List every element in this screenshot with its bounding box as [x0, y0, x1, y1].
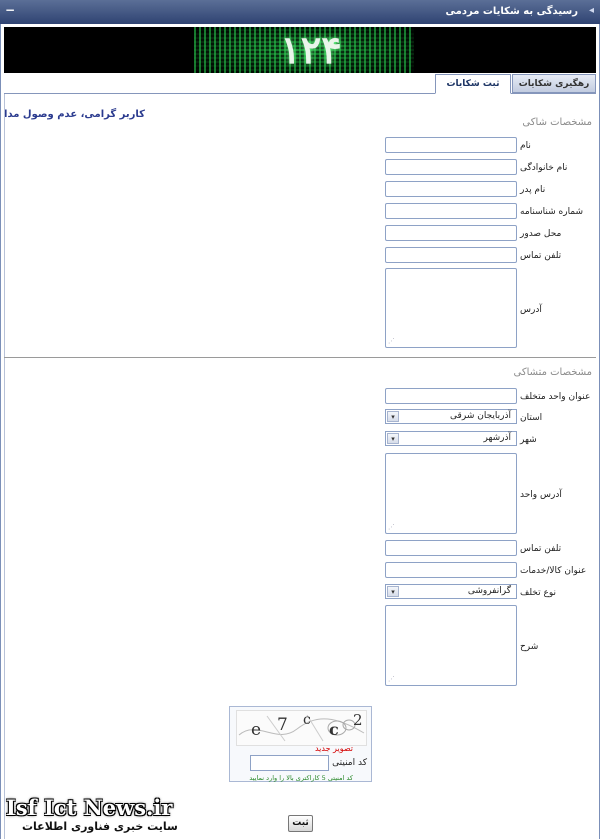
- province-select[interactable]: آذربایجان شرقی ▾: [385, 409, 517, 424]
- description-textarea[interactable]: ⋰: [385, 605, 517, 686]
- chevron-down-icon[interactable]: ▾: [387, 411, 399, 422]
- tab-tracking[interactable]: رهگیری شکایات: [512, 74, 596, 93]
- name-input[interactable]: [385, 137, 517, 153]
- unit-address-textarea[interactable]: ⋰: [385, 453, 517, 534]
- captcha-char: e: [251, 720, 262, 740]
- chevron-down-icon[interactable]: ▾: [387, 586, 399, 597]
- panel-border: [4, 94, 5, 839]
- captcha-char: c: [303, 712, 311, 728]
- name-label: نام: [520, 141, 531, 151]
- id-number-input[interactable]: [385, 203, 517, 219]
- watermark-brand: Isf Ict News.ir: [6, 795, 173, 820]
- header-banner: ۱۲۴: [4, 27, 596, 73]
- goods-title-input[interactable]: [385, 562, 517, 578]
- family-input[interactable]: [385, 159, 517, 175]
- unit-address-label: آدرس واحد: [520, 490, 562, 500]
- banner-number: ۱۲۴: [280, 27, 342, 72]
- window-title: رسیدگی به شکایات مردمی: [445, 6, 578, 17]
- complainant-phone-label: تلفن تماس: [520, 251, 562, 261]
- captcha-image: e 7 c c 2: [236, 710, 367, 746]
- father-input[interactable]: [385, 181, 517, 197]
- complainant-phone-input[interactable]: [385, 247, 517, 263]
- submit-button[interactable]: ثبت: [288, 815, 313, 832]
- notice-text: کاربر گرامی، عدم وصول مدارک ا: [5, 109, 145, 120]
- resize-grip-icon[interactable]: ⋰: [388, 523, 395, 531]
- watermark-subtitle: سایت خبری فناوری اطلاعات: [22, 820, 178, 833]
- address-textarea[interactable]: ⋰: [385, 268, 517, 348]
- new-captcha-link[interactable]: تصویر جدید: [315, 744, 353, 753]
- id-number-label: شماره شناسنامه: [520, 207, 584, 217]
- father-label: نام پدر: [520, 185, 546, 195]
- resize-grip-icon[interactable]: ⋰: [388, 675, 395, 683]
- minimize-button[interactable]: −: [5, 3, 15, 17]
- tab-register[interactable]: ثبت شکایات: [435, 74, 511, 94]
- goods-title-label: عنوان کالا/خدمات: [520, 566, 587, 576]
- issue-place-input[interactable]: [385, 225, 517, 241]
- city-select[interactable]: آذرشهر ▾: [385, 431, 517, 446]
- captcha-char: 7: [277, 715, 288, 735]
- captcha-panel: e 7 c c 2 تصویر جدید کد امنیتی کد امنیتی…: [229, 706, 372, 782]
- defendant-phone-input[interactable]: [385, 540, 517, 556]
- province-label: استان: [520, 413, 543, 423]
- captcha-label: کد امنیتی: [332, 758, 367, 768]
- section-divider: [4, 357, 596, 358]
- window-titlebar: − رسیدگی به شکایات مردمی ◂: [0, 0, 600, 24]
- violation-type-select[interactable]: گرانفروشی ▾: [385, 584, 517, 599]
- unit-title-label: عنوان واحد متخلف: [520, 392, 591, 402]
- resize-grip-icon[interactable]: ⋰: [388, 337, 395, 345]
- violation-type-label: نوع تخلف: [520, 588, 556, 598]
- captcha-input[interactable]: [250, 755, 329, 771]
- captcha-char: c: [329, 720, 339, 739]
- captcha-hint: کد امنیتی 5 کاراکتری بالا را وارد نمایید: [249, 774, 353, 782]
- address-label: آدرس: [520, 305, 542, 315]
- province-value: آذربایجان شرقی: [450, 411, 511, 421]
- unit-title-input[interactable]: [385, 388, 517, 404]
- captcha-char: 2: [353, 711, 363, 729]
- chevron-down-icon[interactable]: ▾: [387, 433, 399, 444]
- complainant-section-title: مشخصات شاکی: [522, 117, 592, 128]
- city-label: شهر: [520, 435, 537, 445]
- city-value: آذرشهر: [483, 433, 511, 443]
- family-label: نام خانوادگی: [520, 163, 568, 173]
- notice-container: کاربر گرامی، عدم وصول مدارک ا: [5, 104, 145, 124]
- description-label: شرح: [520, 642, 539, 652]
- issue-place-label: محل صدور: [520, 229, 562, 239]
- back-arrow-icon: ◂: [588, 5, 594, 16]
- violation-type-value: گرانفروشی: [467, 586, 511, 596]
- defendant-phone-label: تلفن تماس: [520, 544, 562, 554]
- defendant-section-title: مشخصات متشاکی: [513, 367, 592, 378]
